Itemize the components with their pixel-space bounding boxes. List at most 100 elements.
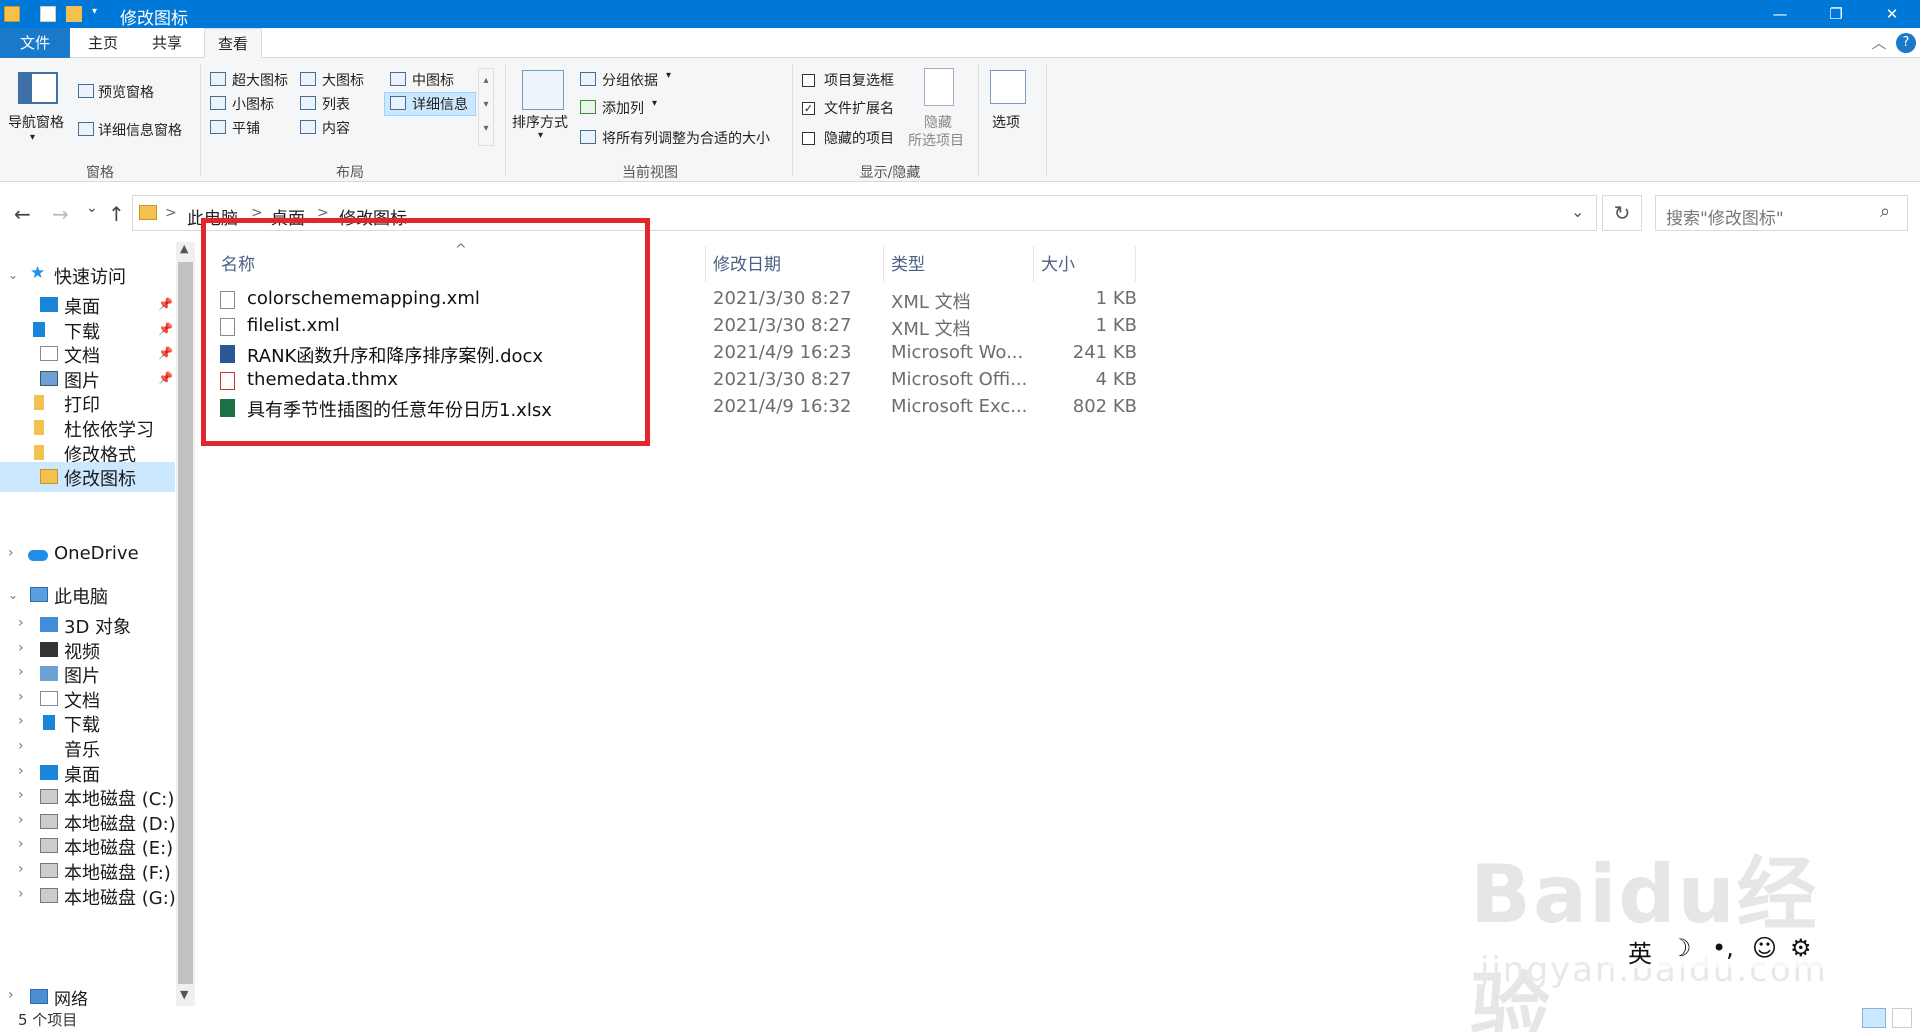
content-option[interactable]: 内容 [322,118,350,138]
ribbon-divider [1046,64,1047,176]
hidden-items-checkbox[interactable] [802,132,815,145]
pin-icon[interactable]: 📌 [158,371,173,385]
item-checkboxes-checkbox[interactable] [802,74,815,87]
file-extensions-checkbox[interactable]: ✓ [802,102,815,115]
pin-icon[interactable]: 📌 [158,322,173,336]
details-option[interactable]: 详细信息 [412,94,468,114]
nav-this-pc[interactable]: ⌄ 此电脑 [0,580,175,610]
ribbon-divider [505,64,506,176]
nav-onedrive[interactable]: › OneDrive [0,540,175,570]
group-by-button[interactable]: 分组依据 [602,70,658,90]
preview-pane-button[interactable]: 预览窗格 [98,82,154,102]
ime-language[interactable]: 英 [1628,934,1652,969]
customize-toolbar-icon[interactable]: ▾ [92,6,100,22]
search-box[interactable]: 搜索"修改图标" ⌕ [1655,195,1908,231]
tab-file[interactable]: 文件 [0,28,70,58]
forward-button[interactable]: → [52,202,69,226]
column-header-type[interactable]: 类型 [891,248,1031,282]
tab-share[interactable]: 共享 [136,28,198,58]
navigation-pane-button[interactable]: 导航窗格 [8,112,64,132]
scroll-up-icon[interactable]: ▲ [180,242,188,255]
emoji-icon[interactable]: ☺ [1752,934,1777,962]
close-button[interactable]: ✕ [1864,0,1920,28]
chevron-right-icon[interactable]: › [18,763,24,779]
hide-selected-label-2[interactable]: 所选项目 [908,130,964,150]
help-button[interactable]: ? [1896,33,1916,53]
pin-icon[interactable]: 📌 [158,297,173,311]
ime-toolbar[interactable]: 英 ☽ •, ☺ ⚙ [1608,932,1828,968]
column-divider[interactable] [1135,246,1136,282]
chevron-down-icon[interactable]: ⌄ [8,588,18,602]
recent-locations-button[interactable]: ⌄ [86,200,98,216]
network-icon [30,989,48,1004]
chevron-down-icon: ▾ [538,130,544,141]
column-divider[interactable] [883,246,884,282]
add-columns-button[interactable]: 添加列 [602,98,644,118]
tiles-option[interactable]: 平铺 [232,118,260,138]
column-divider[interactable] [1033,246,1034,282]
tab-view[interactable]: 查看 [204,28,262,59]
cloud-icon [28,550,48,561]
nav-quick-access[interactable]: ⌄ ★ 快速访问 [0,260,175,290]
extra-large-icons-option[interactable]: 超大图标 [232,70,288,90]
chevron-right-icon[interactable]: › [8,545,14,561]
new-folder-icon[interactable] [66,6,82,22]
chevron-right-icon[interactable]: › [18,615,24,631]
navigation-pane-icon[interactable] [18,72,58,104]
large-icons-option[interactable]: 大图标 [322,70,364,90]
breadcrumb-separator[interactable]: > [165,205,177,221]
punctuation-icon[interactable]: •, [1712,934,1734,962]
scroll-thumb[interactable] [178,262,193,984]
medium-icons-option[interactable]: 中图标 [412,70,454,90]
chevron-right-icon[interactable]: › [18,689,24,705]
details-pane-button[interactable]: 详细信息窗格 [98,120,182,140]
back-button[interactable]: ← [14,202,31,226]
column-header-size[interactable]: 大小 [1041,248,1131,282]
nav-label: 修改图标 [64,469,136,491]
refresh-button[interactable]: ↻ [1602,195,1642,231]
pin-icon[interactable]: 📌 [158,346,173,360]
collapse-ribbon-button[interactable]: ︿ [1866,28,1892,58]
large-icons-view-toggle[interactable] [1892,1008,1912,1028]
chevron-right-icon[interactable]: › [18,886,24,902]
chevron-right-icon[interactable]: › [18,861,24,877]
settings-icon[interactable]: ⚙ [1790,934,1812,962]
hide-selected-label-1[interactable]: 隐藏 [924,112,952,132]
sidebar-item-this-pc[interactable]: › 本地磁盘 (G:) [0,881,176,911]
nav-scrollbar[interactable]: ▲ ▼ [176,242,195,1006]
chevron-right-icon[interactable]: › [18,812,24,828]
window-title: 修改图标 [120,9,188,29]
sort-by-button[interactable]: 排序方式 [512,112,568,132]
maximize-button[interactable]: ❐ [1808,0,1864,28]
properties-icon[interactable] [40,6,56,22]
chevron-down-icon[interactable]: ⌄ [8,268,18,282]
chevron-right-icon[interactable]: › [18,664,24,680]
size-all-columns-button[interactable]: 将所有列调整为合适的大小 [602,128,770,148]
minimize-button[interactable]: — [1752,0,1808,28]
search-input[interactable]: 搜索"修改图标" [1666,204,1784,229]
layout-gallery-scroll[interactable]: ▴ ▾ ▾ [478,68,494,146]
search-icon[interactable]: ⌕ [1880,201,1890,222]
options-icon[interactable] [990,70,1026,104]
column-divider[interactable] [705,246,706,282]
tab-home[interactable]: 主页 [70,28,136,58]
chevron-right-icon[interactable]: › [18,836,24,852]
chevron-right-icon[interactable]: › [18,787,24,803]
small-icons-option[interactable]: 小图标 [232,94,274,114]
chevron-right-icon[interactable]: › [18,738,24,754]
scroll-down-icon[interactable]: ▼ [180,988,188,1001]
sort-by-icon[interactable] [522,70,564,110]
column-header-date[interactable]: 修改日期 [713,248,883,282]
item-checkboxes-label: 项目复选框 [824,73,894,89]
address-dropdown-button[interactable]: ⌄ [1571,202,1584,221]
chevron-right-icon[interactable]: › [18,713,24,729]
chevron-right-icon[interactable]: › [8,987,14,1003]
chevron-right-icon[interactable]: › [18,640,24,656]
sidebar-item-quick-access[interactable]: 修改图标 [0,462,175,493]
list-option[interactable]: 列表 [322,94,350,114]
options-button[interactable]: 选项 [992,112,1020,132]
up-button[interactable]: ↑ [108,202,125,226]
desktop-icon [40,297,58,312]
file-type: XML 文档 [891,319,971,340]
moon-icon[interactable]: ☽ [1670,934,1692,962]
